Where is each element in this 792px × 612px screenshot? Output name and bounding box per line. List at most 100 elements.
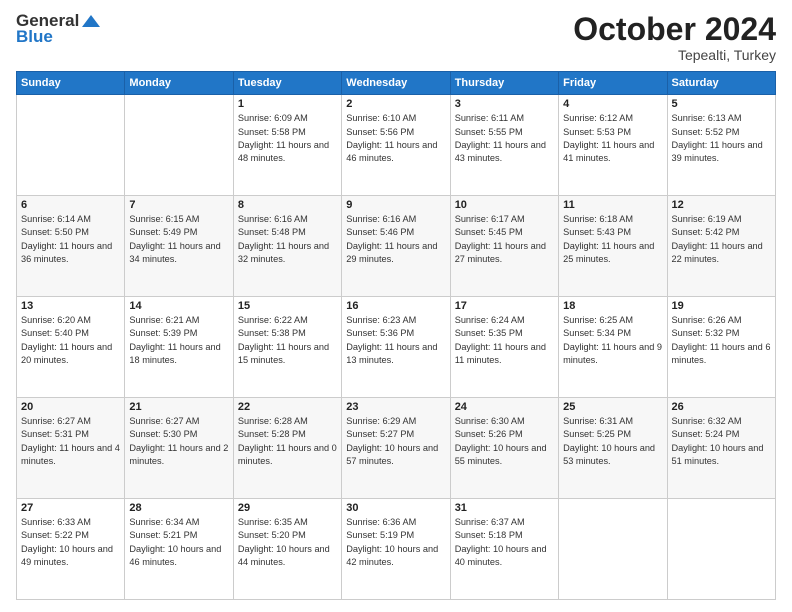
calendar-week-row: 1Sunrise: 6:09 AMSunset: 5:58 PMDaylight… — [17, 95, 776, 196]
day-info: Sunrise: 6:16 AMSunset: 5:46 PMDaylight:… — [346, 213, 445, 266]
day-info: Sunrise: 6:18 AMSunset: 5:43 PMDaylight:… — [563, 213, 662, 266]
day-number: 29 — [238, 502, 337, 514]
calendar-cell: 4Sunrise: 6:12 AMSunset: 5:53 PMDaylight… — [559, 95, 667, 196]
calendar-cell: 3Sunrise: 6:11 AMSunset: 5:55 PMDaylight… — [450, 95, 558, 196]
calendar-cell: 8 Sunrise: 6:16 AMSunset: 5:48 PMDaylight… — [233, 196, 341, 297]
day-of-week-header: Friday — [559, 72, 667, 95]
month-title: October 2024 — [573, 12, 776, 47]
day-of-week-header: Saturday — [667, 72, 775, 95]
day-info: Sunrise: 6:10 AMSunset: 5:56 PMDaylight:… — [346, 112, 445, 165]
calendar-cell: 21 Sunrise: 6:27 AMSunset: 5:30 PMDayligh… — [125, 398, 233, 499]
calendar-table: SundayMondayTuesdayWednesdayThursdayFrid… — [16, 71, 776, 600]
day-info: Sunrise: 6:28 AMSunset: 5:28 PMDaylight:… — [238, 415, 337, 468]
day-of-week-header: Sunday — [17, 72, 125, 95]
day-info: Sunrise: 6:21 AMSunset: 5:39 PMDaylight:… — [129, 314, 228, 367]
day-number: 2 — [346, 98, 445, 110]
day-info: Sunrise: 6:11 AMSunset: 5:55 PMDaylight:… — [455, 112, 554, 165]
day-number: 16 — [346, 300, 445, 312]
day-info: Sunrise: 6:20 AMSunset: 5:40 PMDaylight:… — [21, 314, 120, 367]
calendar-cell: 12 Sunrise: 6:19 AMSunset: 5:42 PMDayligh… — [667, 196, 775, 297]
day-info: Sunrise: 6:31 AMSunset: 5:25 PMDaylight:… — [563, 415, 662, 468]
day-number: 4 — [563, 98, 662, 110]
calendar-cell — [125, 95, 233, 196]
day-number: 15 — [238, 300, 337, 312]
day-info: Sunrise: 6:14 AMSunset: 5:50 PMDaylight:… — [21, 213, 120, 266]
day-of-week-header: Thursday — [450, 72, 558, 95]
day-info: Sunrise: 6:35 AMSunset: 5:20 PMDaylight:… — [238, 516, 337, 569]
calendar-cell: 6Sunrise: 6:14 AMSunset: 5:50 PMDaylight… — [17, 196, 125, 297]
calendar-cell: 9 Sunrise: 6:16 AMSunset: 5:46 PMDaylight… — [342, 196, 450, 297]
day-of-week-header: Tuesday — [233, 72, 341, 95]
day-number: 27 — [21, 502, 120, 514]
day-info: Sunrise: 6:22 AMSunset: 5:38 PMDaylight:… — [238, 314, 337, 367]
calendar-cell: 13 Sunrise: 6:20 AMSunset: 5:40 PMDayligh… — [17, 297, 125, 398]
calendar-cell: 7 Sunrise: 6:15 AMSunset: 5:49 PMDaylight… — [125, 196, 233, 297]
day-info: Sunrise: 6:19 AMSunset: 5:42 PMDaylight:… — [672, 213, 771, 266]
calendar-cell: 30 Sunrise: 6:36 AMSunset: 5:19 PMDayligh… — [342, 499, 450, 600]
calendar-body: 1Sunrise: 6:09 AMSunset: 5:58 PMDaylight… — [17, 95, 776, 600]
day-info: Sunrise: 6:33 AMSunset: 5:22 PMDaylight:… — [21, 516, 120, 569]
calendar-cell: 17Sunrise: 6:24 AMSunset: 5:35 PMDayligh… — [450, 297, 558, 398]
calendar-cell: 22 Sunrise: 6:28 AMSunset: 5:28 PMDayligh… — [233, 398, 341, 499]
day-number: 5 — [672, 98, 771, 110]
day-info: Sunrise: 6:37 AMSunset: 5:18 PMDaylight:… — [455, 516, 554, 569]
logo-blue-text: Blue — [16, 28, 53, 45]
calendar-cell: 16 Sunrise: 6:23 AMSunset: 5:36 PMDayligh… — [342, 297, 450, 398]
day-info: Sunrise: 6:24 AMSunset: 5:35 PMDaylight:… — [455, 314, 554, 367]
calendar-cell: 20 Sunrise: 6:27 AMSunset: 5:31 PMDayligh… — [17, 398, 125, 499]
day-number: 21 — [129, 401, 228, 413]
day-of-week-header: Wednesday — [342, 72, 450, 95]
day-info: Sunrise: 6:29 AMSunset: 5:27 PMDaylight:… — [346, 415, 445, 468]
calendar-cell — [559, 499, 667, 600]
calendar-cell: 15 Sunrise: 6:22 AMSunset: 5:38 PMDayligh… — [233, 297, 341, 398]
day-number: 1 — [238, 98, 337, 110]
day-number: 24 — [455, 401, 554, 413]
day-number: 30 — [346, 502, 445, 514]
location-title: Tepealti, Turkey — [573, 47, 776, 63]
calendar-cell — [667, 499, 775, 600]
day-number: 22 — [238, 401, 337, 413]
day-number: 26 — [672, 401, 771, 413]
day-number: 31 — [455, 502, 554, 514]
calendar-cell: 23Sunrise: 6:29 AMSunset: 5:27 PMDayligh… — [342, 398, 450, 499]
logo: General Blue — [16, 12, 100, 45]
day-info: Sunrise: 6:25 AMSunset: 5:34 PMDaylight:… — [563, 314, 662, 367]
day-info: Sunrise: 6:27 AMSunset: 5:31 PMDaylight:… — [21, 415, 120, 468]
calendar-cell: 11Sunrise: 6:18 AMSunset: 5:43 PMDayligh… — [559, 196, 667, 297]
day-info: Sunrise: 6:27 AMSunset: 5:30 PMDaylight:… — [129, 415, 228, 468]
day-number: 12 — [672, 199, 771, 211]
header: General Blue October 2024 Tepealti, Turk… — [16, 12, 776, 63]
logo-block: General Blue — [16, 12, 100, 45]
day-number: 19 — [672, 300, 771, 312]
day-number: 9 — [346, 199, 445, 211]
day-number: 10 — [455, 199, 554, 211]
day-info: Sunrise: 6:16 AMSunset: 5:48 PMDaylight:… — [238, 213, 337, 266]
page: General Blue October 2024 Tepealti, Turk… — [0, 0, 792, 612]
day-info: Sunrise: 6:32 AMSunset: 5:24 PMDaylight:… — [672, 415, 771, 468]
calendar-header: SundayMondayTuesdayWednesdayThursdayFrid… — [17, 72, 776, 95]
day-number: 8 — [238, 199, 337, 211]
calendar-cell: 14 Sunrise: 6:21 AMSunset: 5:39 PMDayligh… — [125, 297, 233, 398]
day-of-week-header: Monday — [125, 72, 233, 95]
day-info: Sunrise: 6:26 AMSunset: 5:32 PMDaylight:… — [672, 314, 771, 367]
calendar-cell: 19 Sunrise: 6:26 AMSunset: 5:32 PMDayligh… — [667, 297, 775, 398]
day-info: Sunrise: 6:23 AMSunset: 5:36 PMDaylight:… — [346, 314, 445, 367]
day-info: Sunrise: 6:15 AMSunset: 5:49 PMDaylight:… — [129, 213, 228, 266]
calendar-cell: 29 Sunrise: 6:35 AMSunset: 5:20 PMDayligh… — [233, 499, 341, 600]
day-number: 13 — [21, 300, 120, 312]
calendar-cell: 10 Sunrise: 6:17 AMSunset: 5:45 PMDayligh… — [450, 196, 558, 297]
day-info: Sunrise: 6:36 AMSunset: 5:19 PMDaylight:… — [346, 516, 445, 569]
calendar-week-row: 20 Sunrise: 6:27 AMSunset: 5:31 PMDayligh… — [17, 398, 776, 499]
calendar-cell: 27 Sunrise: 6:33 AMSunset: 5:22 PMDayligh… — [17, 499, 125, 600]
day-info: Sunrise: 6:30 AMSunset: 5:26 PMDaylight:… — [455, 415, 554, 468]
day-info: Sunrise: 6:13 AMSunset: 5:52 PMDaylight:… — [672, 112, 771, 165]
day-number: 7 — [129, 199, 228, 211]
day-number: 20 — [21, 401, 120, 413]
calendar-cell: 18 Sunrise: 6:25 AMSunset: 5:34 PMDayligh… — [559, 297, 667, 398]
day-info: Sunrise: 6:17 AMSunset: 5:45 PMDaylight:… — [455, 213, 554, 266]
title-block: October 2024 Tepealti, Turkey — [573, 12, 776, 63]
day-number: 18 — [563, 300, 662, 312]
calendar-cell: 2 Sunrise: 6:10 AMSunset: 5:56 PMDaylight… — [342, 95, 450, 196]
calendar-cell: 28Sunrise: 6:34 AMSunset: 5:21 PMDayligh… — [125, 499, 233, 600]
day-number: 14 — [129, 300, 228, 312]
